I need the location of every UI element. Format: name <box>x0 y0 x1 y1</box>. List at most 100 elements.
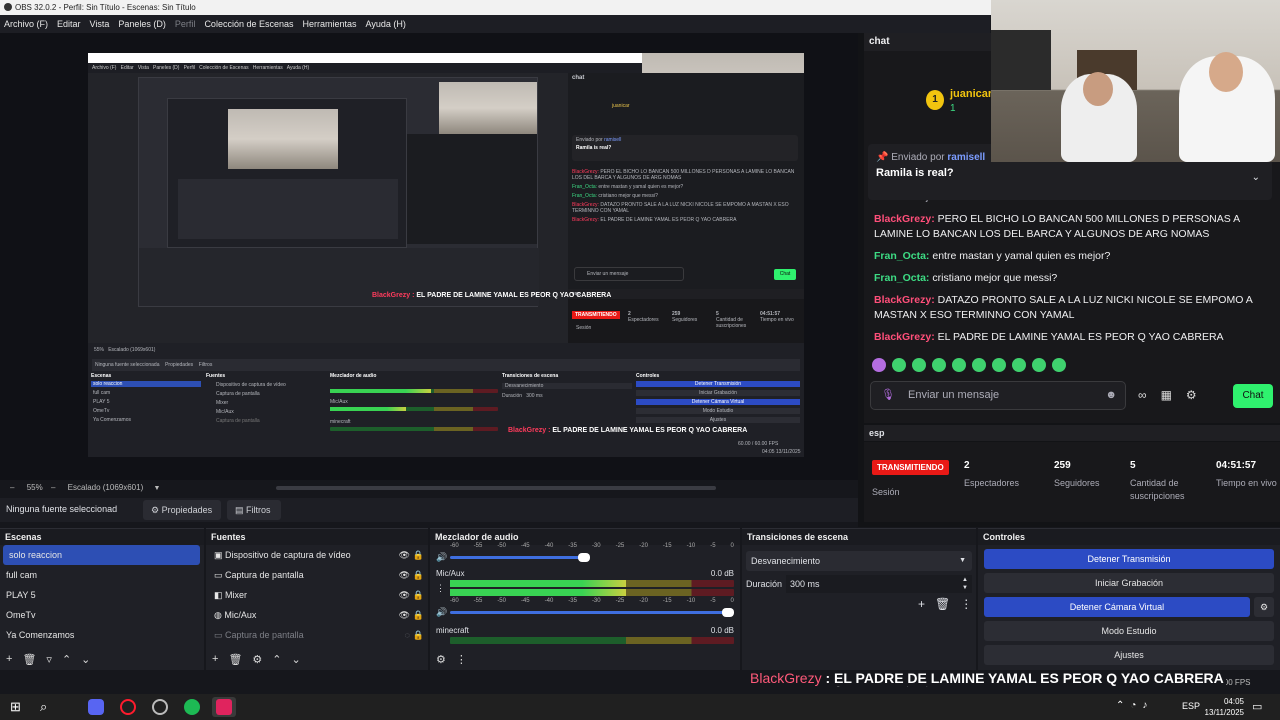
menu-editar[interactable]: Editar <box>57 19 81 29</box>
trash-icon[interactable]: 🗑 <box>935 597 950 611</box>
active-app-tile[interactable] <box>212 697 236 717</box>
obs-icon[interactable] <box>152 699 168 715</box>
points-icon[interactable]: ∞ <box>1138 388 1147 402</box>
opera-icon[interactable] <box>120 699 136 715</box>
preview-scrollbar[interactable] <box>276 486 716 490</box>
transition-select[interactable]: Desvanecimiento ▼ <box>746 551 972 571</box>
add-icon[interactable]: + <box>6 653 12 665</box>
emote-icon[interactable] <box>932 358 946 372</box>
add-icon[interactable]: + <box>918 597 925 611</box>
speaker-icon[interactable]: 🔊 <box>436 552 450 563</box>
source-item[interactable]: ▭ Captura de pantalla ◌ 🔒 <box>206 625 428 645</box>
properties-button[interactable]: ⚙ Propiedades <box>143 500 221 520</box>
emote-icon[interactable] <box>972 358 986 372</box>
gear-icon[interactable]: ⚙ <box>252 653 262 666</box>
scene-item[interactable]: full cam <box>0 565 204 585</box>
stop-stream-button[interactable]: Detener Transmisión <box>984 549 1274 569</box>
slider-knob[interactable] <box>578 553 590 562</box>
kebab-menu-icon[interactable]: ⋮ <box>960 597 972 611</box>
lock-icon[interactable]: 🔒 <box>413 625 424 645</box>
eye-hidden-icon[interactable]: ◌ <box>405 625 410 645</box>
filters-button[interactable]: ▤ Filtros <box>227 500 281 520</box>
audio-meter <box>450 589 734 596</box>
emote-icon[interactable] <box>892 358 906 372</box>
scale-dropdown-icon[interactable]: ▼ <box>153 485 160 492</box>
source-item[interactable]: ▭ Captura de pantalla 👁 🔒 <box>206 565 428 585</box>
gift-icon[interactable]: ▦ <box>1161 388 1172 402</box>
chevron-down-icon[interactable]: ⌄ <box>292 653 301 666</box>
eye-icon[interactable]: 👁 <box>399 565 410 585</box>
search-icon[interactable]: ⌕ <box>40 699 56 715</box>
emote-icon[interactable] <box>992 358 1006 372</box>
menu-perfil[interactable]: Perfil <box>175 19 196 29</box>
menu-herramientas[interactable]: Herramientas <box>303 19 357 29</box>
emote-icon[interactable] <box>1032 358 1046 372</box>
source-toolbar: Ninguna fuente seleccionad ⚙ Propiedades… <box>0 498 858 522</box>
eye-icon[interactable]: 👁 <box>399 545 410 565</box>
lock-icon[interactable]: 🔒 <box>413 545 424 565</box>
menu-paneles[interactable]: Paneles (D) <box>118 19 166 29</box>
emote-icon[interactable] <box>952 358 966 372</box>
top-user[interactable]: juanicar <box>950 88 992 100</box>
chevron-down-icon[interactable]: ⌄ <box>81 653 90 666</box>
emote-icon[interactable] <box>1012 358 1026 372</box>
speaker-icon[interactable]: 🔊 <box>436 607 450 618</box>
clock[interactable]: 04:05 13/11/2025 <box>1204 696 1244 718</box>
virtual-camera-settings-button[interactable]: ⚙ <box>1254 597 1274 617</box>
chevron-down-icon[interactable]: ⌄ <box>1252 172 1260 183</box>
volume-slider[interactable] <box>450 608 734 617</box>
filter-icon[interactable]: ▿ <box>46 653 52 666</box>
spotify-icon[interactable] <box>184 699 200 715</box>
zoom-in-icon[interactable]: – <box>51 483 55 492</box>
chevron-up-icon[interactable]: ⌃ <box>62 653 71 666</box>
eye-icon[interactable]: 👁 <box>399 605 410 625</box>
source-item[interactable]: ◍ Mic/Aux 👁 🔒 <box>206 605 428 625</box>
lock-icon[interactable]: 🔒 <box>413 565 424 585</box>
chevron-up-icon[interactable]: ⌃ <box>272 653 281 666</box>
slider-knob[interactable] <box>722 608 734 617</box>
trash-icon[interactable]: 🗑 <box>22 653 36 666</box>
menu-archivo[interactable]: Archivo (F) <box>4 19 48 29</box>
trash-icon[interactable]: 🗑 <box>228 653 242 666</box>
channel-db: 0.0 dB <box>710 569 734 578</box>
menu-vista[interactable]: Vista <box>90 19 110 29</box>
emoji-icon[interactable]: ☻ <box>1105 382 1117 409</box>
volume-slider[interactable] <box>450 553 590 562</box>
menu-ayuda[interactable]: Ayuda (H) <box>366 19 406 29</box>
scene-item[interactable]: PLAY 5 <box>0 585 204 605</box>
settings-button[interactable]: Ajustes <box>984 645 1274 665</box>
stop-virtual-camera-button[interactable]: Detener Cámara Virtual <box>984 597 1250 617</box>
microphone-icon[interactable]: 🎙 <box>881 389 895 401</box>
chat-send-button[interactable]: Chat <box>1233 384 1273 408</box>
language-indicator[interactable]: ESP <box>1182 701 1200 711</box>
person-right <box>1179 52 1275 162</box>
gear-icon[interactable]: ⚙ <box>1186 388 1197 402</box>
windows-start-icon[interactable]: ⊞ <box>10 699 26 715</box>
duration-input[interactable]: 300 ms ▲ ▼ <box>786 575 972 593</box>
source-item[interactable]: ▣ Dispositivo de captura de vídeo 👁 🔒 <box>206 545 428 565</box>
notification-icon[interactable]: ▭ <box>1252 700 1262 713</box>
start-recording-button[interactable]: Iniciar Grabación <box>984 573 1274 593</box>
menu-coleccion-escenas[interactable]: Colección de Escenas <box>204 19 293 29</box>
chat-input[interactable]: 🎙 Enviar un mensaje ☻ <box>870 381 1126 410</box>
kebab-menu-icon[interactable]: ⋮ <box>436 583 450 594</box>
lock-icon[interactable]: 🔒 <box>413 605 424 625</box>
kebab-menu-icon[interactable]: ⋮ <box>456 653 467 666</box>
scene-item[interactable]: Ya Comenzamos <box>0 625 204 645</box>
tray-icons[interactable]: ⌃◔♪ <box>1116 700 1153 711</box>
source-item[interactable]: ◧ Mixer 👁 🔒 <box>206 585 428 605</box>
scene-item[interactable]: solo reaccion <box>3 545 200 565</box>
studio-mode-button[interactable]: Modo Estudio <box>984 621 1274 641</box>
emote-icon[interactable] <box>872 358 886 372</box>
scene-item[interactable]: OmeTv <box>0 605 204 625</box>
add-icon[interactable]: + <box>212 653 218 665</box>
discord-icon[interactable] <box>88 699 104 715</box>
lock-icon[interactable]: 🔒 <box>413 585 424 605</box>
emote-icon[interactable] <box>1052 358 1066 372</box>
eye-icon[interactable]: 👁 <box>399 585 410 605</box>
spinner-icon[interactable]: ▲ ▼ <box>962 576 968 592</box>
settings-icon[interactable]: ⚙ <box>436 653 446 666</box>
emote-icon[interactable] <box>912 358 926 372</box>
zoom-out-icon[interactable]: – <box>10 483 14 492</box>
inner-pinned-user: ramisell <box>604 137 622 143</box>
